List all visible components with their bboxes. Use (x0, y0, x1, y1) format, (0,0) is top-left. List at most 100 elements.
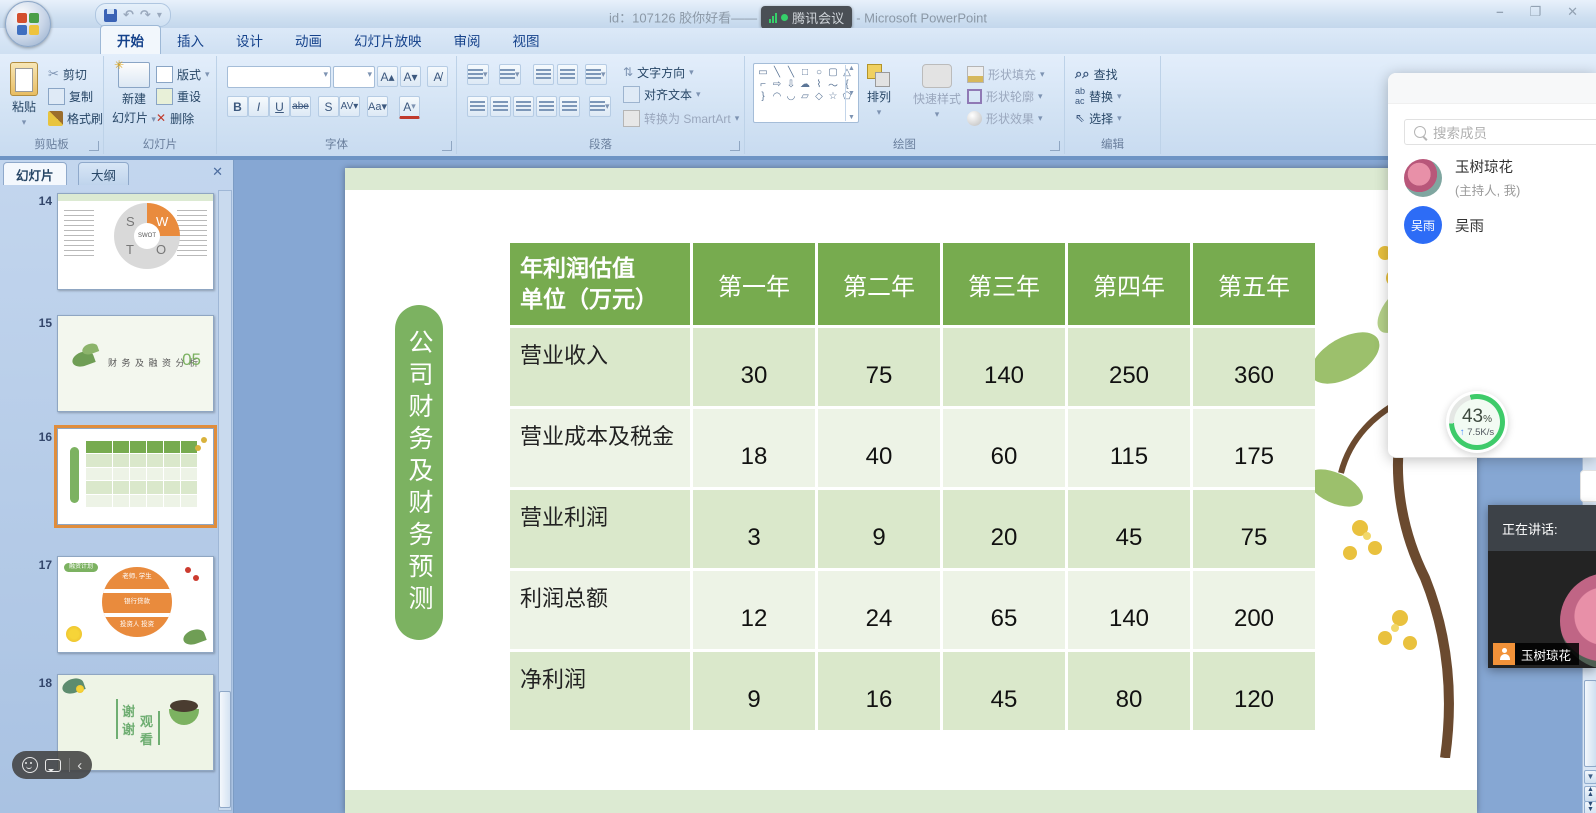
quick-styles-button[interactable]: 快速样式 ▾ (913, 64, 961, 120)
restore-button[interactable]: ❐ (1529, 4, 1541, 20)
profit-forecast-table[interactable]: 年利润估值 单位（万元） 第一年 第二年 第三年 第四年 第五年 营业收入 30… (510, 243, 1315, 730)
change-case-button[interactable]: Aa▾ (367, 96, 388, 117)
group-label-editing: 编辑 (1065, 136, 1160, 152)
panel-collapse-handle[interactable] (1580, 470, 1596, 502)
cut-button[interactable]: ✂剪切 (48, 64, 87, 84)
underline-button[interactable]: U (269, 96, 290, 117)
tab-slides-thumbnails[interactable]: 幻灯片 (3, 162, 67, 185)
shape-effects-button[interactable]: 形状效果▾ (967, 108, 1043, 128)
shape-fill-button[interactable]: 形状填充▾ (967, 64, 1045, 84)
speaker-video-feed[interactable]: 玉树琼花 (1488, 551, 1596, 668)
bold-button[interactable]: B (227, 96, 248, 117)
scroll-down-button[interactable]: ▼ (1584, 770, 1596, 784)
shape-outline-button[interactable]: 形状轮廓▾ (967, 86, 1043, 106)
distribute-button[interactable] (559, 96, 580, 117)
qat-dropdown-icon[interactable]: ▾ (157, 10, 162, 21)
select-button[interactable]: ⇖选择▾ (1075, 108, 1122, 128)
clear-formatting-button[interactable]: A̸ (427, 66, 448, 87)
tab-review[interactable]: 审阅 (438, 26, 497, 54)
shapes-scroll[interactable]: ▲▼▼ (845, 65, 857, 121)
convert-smartart-button[interactable]: 转换为 SmartArt▾ (623, 108, 739, 128)
copy-button[interactable]: 复制 (48, 86, 93, 106)
slides-panel-scroll-thumb[interactable] (219, 691, 231, 808)
numbering-button[interactable]: ▾ (499, 64, 521, 85)
font-color-button[interactable]: A▾ (399, 96, 420, 119)
shrink-font-button[interactable]: A▾ (400, 66, 421, 87)
next-slide-button[interactable]: ▼▼ (1584, 801, 1596, 813)
text-direction-button[interactable]: ⇅文字方向▾ (623, 62, 694, 82)
panel-close-icon[interactable]: ✕ (212, 164, 223, 180)
reset-button[interactable]: 重设 (156, 86, 201, 106)
undo-icon[interactable]: ↶ (123, 7, 134, 23)
slides-panel-scrollbar[interactable] (218, 190, 232, 811)
slide-thumbnail-14[interactable]: SWOT S W T O (57, 193, 214, 290)
grow-font-button[interactable]: A▴ (377, 66, 398, 87)
slide-thumbnail-17[interactable]: 融资计划 老师, 学生 银行贷款 投资人 投资 (57, 556, 214, 653)
font-dialog-launcher[interactable] (442, 141, 452, 151)
network-status-ring[interactable]: 43% ↑ 7.5K/s (1446, 391, 1508, 453)
align-center-button[interactable] (490, 96, 511, 117)
emoji-icon[interactable] (22, 757, 38, 773)
section-side-label[interactable]: 公司财务及财务预测 (395, 305, 443, 640)
layout-button[interactable]: 版式▾ (156, 64, 210, 84)
office-button[interactable] (5, 1, 51, 47)
slide-canvas[interactable]: 公司财务及财务预测 年利润估值 单位（万元） 第一年 第二年 第三年 第四年 第… (345, 168, 1477, 813)
align-text-button[interactable]: 对齐文本▾ (623, 84, 701, 104)
justify-button[interactable] (536, 96, 557, 117)
slide-number: 16 (30, 430, 52, 444)
align-right-button[interactable] (513, 96, 534, 117)
find-button[interactable]: ⌕⌕查找 (1075, 64, 1118, 84)
line-spacing-button[interactable]: ▾ (585, 64, 607, 85)
slide-thumbnail-16-selected[interactable] (57, 428, 214, 525)
shapes-gallery[interactable]: ▭╲╲□○▢△ ⌐⇨⇩☁⌇〜{ }◠◡▱◇☆⬠ ▲▼▼ (753, 63, 859, 123)
redo-icon[interactable]: ↷ (140, 7, 151, 23)
decrease-indent-button[interactable] (533, 64, 554, 85)
increase-indent-button[interactable] (557, 64, 578, 85)
tab-animations[interactable]: 动画 (279, 26, 338, 54)
tab-design[interactable]: 设计 (220, 26, 279, 54)
progress-ring-icon: 43% ↑ 7.5K/s (1449, 394, 1505, 450)
slide-number: 15 (30, 316, 52, 330)
chat-icon[interactable] (45, 759, 61, 772)
minimize-button[interactable]: – (1496, 4, 1503, 20)
arrange-button[interactable]: 排列 ▾ (867, 64, 891, 118)
replace-button[interactable]: abac替换▾ (1075, 86, 1122, 106)
close-button[interactable]: ✕ (1567, 4, 1578, 20)
editor-scroll-thumb[interactable] (1584, 680, 1596, 767)
slide-thumbnail-15[interactable]: 财 务 及 融 资 分 析 05 (57, 315, 214, 412)
group-label-font: 字体 (217, 136, 456, 152)
tab-outline[interactable]: 大纲 (78, 162, 129, 185)
format-painter-button[interactable]: 格式刷 (48, 108, 103, 128)
tab-slideshow[interactable]: 幻灯片放映 (338, 26, 438, 54)
speaking-video-panel[interactable]: 正在讲话: 玉树琼花 (1488, 505, 1596, 668)
italic-button[interactable]: I (248, 96, 269, 117)
meeting-badge[interactable]: 腾讯会议 (761, 6, 852, 29)
align-left-button[interactable] (467, 96, 488, 117)
tab-home[interactable]: 开始 (100, 25, 161, 54)
bullets-button[interactable]: ▾ (467, 64, 489, 85)
clipboard-dialog-launcher[interactable] (89, 141, 99, 151)
member-row[interactable]: 吴雨 吴雨 (1404, 206, 1484, 244)
previous-slide-button[interactable]: ▲▲ (1584, 786, 1596, 802)
font-name-combo[interactable] (227, 66, 331, 88)
slide-bottom-band (345, 790, 1477, 813)
new-slide-button[interactable]: ✳ 新建 幻灯片 ▾ (112, 62, 156, 126)
member-search-input[interactable]: 搜索成员 (1404, 119, 1596, 145)
paste-button[interactable]: 粘贴 ▾ (10, 62, 38, 128)
font-size-combo[interactable] (333, 66, 375, 88)
copy-icon (48, 88, 65, 105)
delete-button[interactable]: ✕删除 (156, 108, 194, 128)
paragraph-dialog-launcher[interactable] (730, 141, 740, 151)
member-row-host[interactable]: 玉树琼花 (主持人, 我) (1404, 156, 1520, 199)
character-spacing-button[interactable]: AV▾ (339, 96, 360, 117)
columns-button[interactable]: ▾ (589, 96, 611, 117)
text-shadow-button[interactable]: S (318, 96, 339, 117)
tab-insert[interactable]: 插入 (161, 26, 220, 54)
strikethrough-button[interactable]: abe (290, 96, 311, 117)
save-icon[interactable] (104, 9, 117, 22)
paste-dropdown-icon[interactable]: ▾ (22, 117, 27, 128)
tab-view[interactable]: 视图 (497, 26, 556, 54)
row-label: 净利润 (510, 652, 690, 730)
collapse-left-icon[interactable]: ‹ (77, 758, 82, 773)
drawing-dialog-launcher[interactable] (1050, 141, 1060, 151)
